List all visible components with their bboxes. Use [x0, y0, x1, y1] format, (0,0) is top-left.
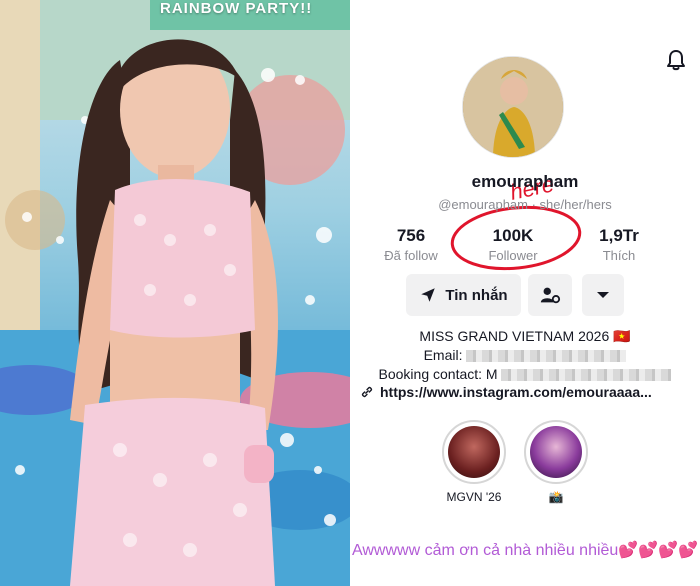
bio-email-label: Email: [423, 347, 463, 363]
bio-booking-label: Booking contact: M [378, 366, 498, 382]
message-button-label: Tin nhắn [445, 286, 508, 304]
avatar-image [463, 57, 563, 157]
redacted-phone [501, 369, 672, 382]
stat-likes[interactable]: 1,9Tr Thích [574, 226, 664, 263]
party-banner-text: RAINBOW PARTY!! [160, 0, 313, 17]
chevron-down-icon [597, 292, 609, 298]
profile-link[interactable]: https://www.instagram.com/emouraaaa... [360, 384, 690, 400]
bio-email-line: Email: [350, 346, 700, 365]
photo-illustration [0, 0, 350, 586]
highlight-caption: MGVN '26 [446, 490, 502, 504]
username: emourapham [471, 172, 579, 191]
highlight-thumbnail [448, 426, 500, 478]
bio-booking-line: Booking contact: M [350, 365, 700, 384]
highlight-thumbnail [530, 426, 582, 478]
following-count: 756 [396, 226, 426, 245]
stat-followers[interactable]: 100K Follower [468, 226, 558, 263]
likes-label: Thích [602, 248, 636, 263]
profile-link-text: https://www.instagram.com/emouraaaa... [380, 384, 652, 400]
bio: MISS GRAND VIETNAM 2026 🇻🇳 Email: Bookin… [350, 327, 700, 384]
avatar[interactable] [462, 56, 564, 158]
highlight-ring [524, 420, 588, 484]
add-friend-button[interactable] [528, 274, 572, 316]
profile-photo: RAINBOW PARTY!! [0, 0, 350, 586]
more-button[interactable] [582, 274, 624, 316]
profile-panel: here emourapham @emourapham · she/her/he… [350, 0, 700, 586]
highlight-camera[interactable]: 📸 [524, 420, 588, 504]
highlight-caption: 📸 [548, 490, 564, 504]
likes-count: 1,9Tr [599, 226, 639, 245]
highlight-mgvn[interactable]: MGVN '26 [442, 420, 506, 504]
highlight-ring [442, 420, 506, 484]
person-settings-icon [540, 287, 561, 304]
message-button[interactable]: Tin nhắn [406, 274, 521, 316]
following-label: Đã follow [384, 248, 438, 263]
bell-icon[interactable] [664, 48, 688, 72]
send-icon [421, 288, 436, 302]
handle-pronouns: @emourapham · she/her/hers [438, 197, 612, 212]
followers-label: Follower [488, 248, 538, 263]
link-icon [361, 386, 373, 398]
stat-following[interactable]: 756 Đã follow [366, 226, 456, 263]
redacted-email [466, 350, 627, 363]
overlay-caption: Awwwww cảm ơn cả nhà nhiều nhiều💕💕💕💕 [351, 542, 699, 559]
bio-title: MISS GRAND VIETNAM 2026 🇻🇳 [419, 328, 631, 344]
followers-count: 100K [492, 226, 534, 245]
